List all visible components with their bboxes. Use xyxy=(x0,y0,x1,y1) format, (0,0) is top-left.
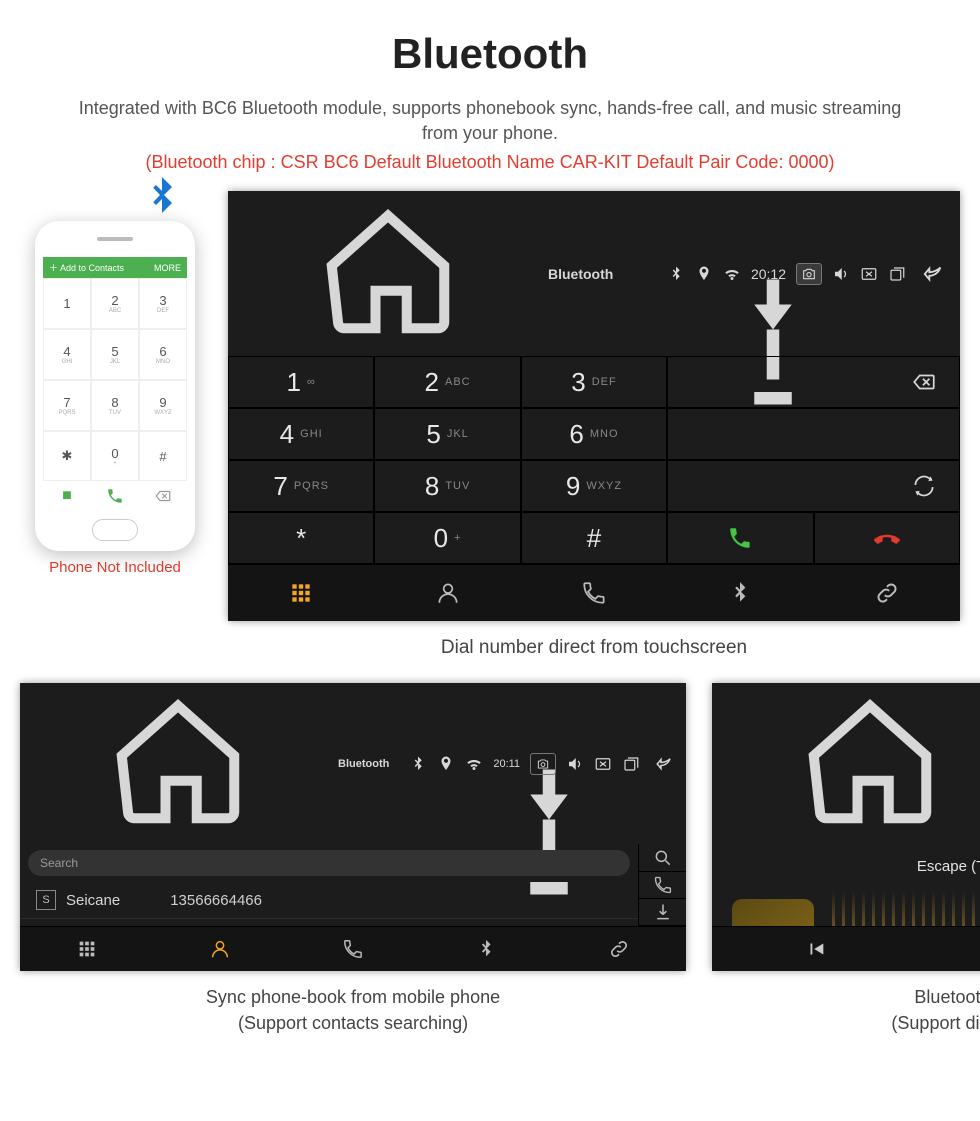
dial-key-6[interactable]: 6MNO xyxy=(521,408,667,460)
phone-caption: Phone Not Included xyxy=(20,559,210,576)
tab-bluetooth[interactable] xyxy=(667,565,813,621)
bt-status-icon xyxy=(409,755,427,773)
contacts-caption: Sync phone-book from mobile phone (Suppo… xyxy=(20,985,686,1035)
clock: 20:12 xyxy=(751,266,786,282)
status-title: Bluetooth xyxy=(338,758,389,770)
phone-more: MORE xyxy=(154,263,181,273)
contact-initial-badge: S xyxy=(36,890,56,910)
prev-track-button[interactable] xyxy=(712,927,920,971)
page-specs: (Bluetooth chip : CSR BC6 Default Blueto… xyxy=(0,152,980,173)
wifi-icon xyxy=(723,265,741,283)
screenshot-button[interactable] xyxy=(796,263,822,285)
phone-key-8: 8TUV xyxy=(91,380,139,431)
spectrum-visualizer xyxy=(832,885,980,926)
call-button[interactable] xyxy=(667,512,813,564)
dial-key-9[interactable]: 9WXYZ xyxy=(521,460,667,512)
side-call-button[interactable] xyxy=(639,872,686,899)
dialer-caption: Dial number direct from touchscreen xyxy=(228,637,960,659)
tab-dialpad[interactable] xyxy=(20,927,153,971)
tab-dialpad[interactable] xyxy=(228,565,374,621)
contact-row[interactable]: S Seicane 13566664466 xyxy=(20,882,638,919)
phone-key-3: 3DEF xyxy=(139,278,187,329)
phone-key-5: 5JKL xyxy=(91,329,139,380)
tab-pair[interactable] xyxy=(814,565,960,621)
tab-calllog[interactable] xyxy=(286,927,419,971)
tab-bluetooth[interactable] xyxy=(420,927,553,971)
dial-key-0[interactable]: 0+ xyxy=(374,512,520,564)
phone-add-contacts: ＋ Add to Contacts xyxy=(49,261,124,274)
backspace-button[interactable] xyxy=(667,356,960,408)
contact-name: Seicane xyxy=(66,892,120,909)
tab-calllog[interactable] xyxy=(521,565,667,621)
tab-contacts[interactable] xyxy=(153,927,286,971)
dial-key-7[interactable]: 7PQRS xyxy=(228,460,374,512)
page-subtitle: Integrated with BC6 Bluetooth module, su… xyxy=(60,96,920,146)
home-icon[interactable] xyxy=(28,687,328,840)
side-search-button[interactable] xyxy=(639,844,686,871)
bluetooth-icon xyxy=(138,173,186,221)
call-icon xyxy=(91,481,139,511)
video-call-icon: ■ xyxy=(43,481,91,511)
back-icon[interactable] xyxy=(650,755,678,773)
dial-key-5[interactable]: 5JKL xyxy=(374,408,520,460)
wifi-icon xyxy=(465,755,483,773)
volume-icon[interactable] xyxy=(566,755,584,773)
phone-key-#: # xyxy=(139,431,187,482)
dial-key-#[interactable]: # xyxy=(521,512,667,564)
dial-key-8[interactable]: 8TUV xyxy=(374,460,520,512)
close-window-icon[interactable] xyxy=(594,755,612,773)
dial-key-2[interactable]: 2ABC xyxy=(374,356,520,408)
album-art-icon: ♪ᚼ xyxy=(732,899,814,926)
home-icon[interactable] xyxy=(238,197,538,350)
screenshot-button[interactable] xyxy=(530,753,556,775)
play-pause-button[interactable] xyxy=(920,927,980,971)
tab-contacts[interactable] xyxy=(374,565,520,621)
phone-key-9: 9WXYZ xyxy=(139,380,187,431)
back-icon[interactable] xyxy=(916,265,950,283)
dial-key-3[interactable]: 3DEF xyxy=(521,356,667,408)
gps-icon xyxy=(437,755,455,773)
phone-key-1: 1 xyxy=(43,278,91,329)
dial-key-1[interactable]: 1∞ xyxy=(228,356,374,408)
clock: 20:11 xyxy=(493,758,520,770)
sync-button[interactable] xyxy=(667,460,960,512)
phone-key-0: 0+ xyxy=(91,431,139,482)
phone-key-2: 2ABC xyxy=(91,278,139,329)
empty-row xyxy=(667,408,960,460)
a2dp-caption: Bluetooth music compatible (Support disp… xyxy=(712,985,980,1035)
bt-status-icon xyxy=(667,265,685,283)
gps-icon xyxy=(695,265,713,283)
dialer-headunit: Bluetooth 20:12 1∞2ABC3DEF 4GHI5JKL6MNO 7P… xyxy=(228,191,960,621)
backspace-icon xyxy=(139,481,187,511)
phone-key-7: 7PQRS xyxy=(43,380,91,431)
home-icon[interactable] xyxy=(720,687,980,840)
phone-illustration: ＋ Add to Contacts MORE 12ABC3DEF 4GHI5JKL… xyxy=(20,191,210,576)
a2dp-headunit: A2DP 20:15 Escape (The Pina Colada Song) xyxy=(712,683,980,971)
song-title: Escape (The Pina Colada Song) xyxy=(917,858,980,875)
phone-key-✱: ✱ xyxy=(43,431,91,482)
volume-icon[interactable] xyxy=(832,265,850,283)
close-window-icon[interactable] xyxy=(860,265,878,283)
usb-icon xyxy=(623,267,633,281)
status-title: Bluetooth xyxy=(548,266,613,282)
dial-key-*[interactable]: * xyxy=(228,512,374,564)
usb-icon xyxy=(399,757,409,771)
tab-pair[interactable] xyxy=(553,927,686,971)
phone-key-6: 6MNO xyxy=(139,329,187,380)
recents-icon[interactable] xyxy=(888,265,906,283)
page-title: Bluetooth xyxy=(0,30,980,78)
hangup-button[interactable] xyxy=(814,512,960,564)
phone-key-4: 4GHI xyxy=(43,329,91,380)
dial-key-4[interactable]: 4GHI xyxy=(228,408,374,460)
recents-icon[interactable] xyxy=(622,755,640,773)
search-input[interactable]: Search xyxy=(28,850,630,876)
side-download-button[interactable] xyxy=(639,899,686,926)
contact-number: 13566664466 xyxy=(170,892,262,909)
contacts-headunit: Bluetooth 20:11 Search xyxy=(20,683,686,971)
